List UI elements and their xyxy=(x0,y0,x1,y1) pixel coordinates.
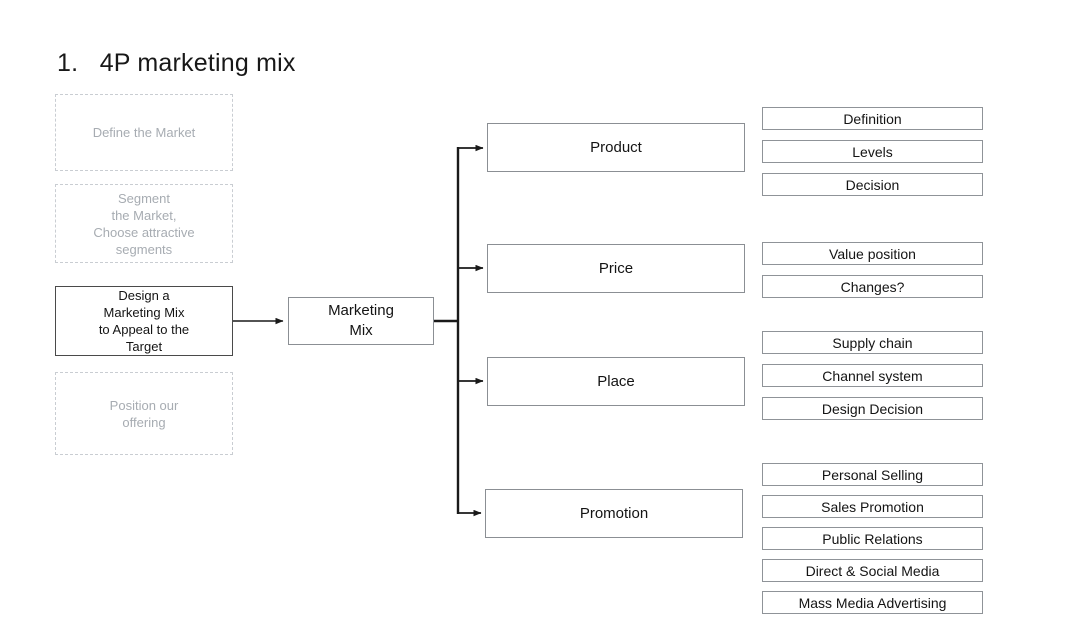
detail-label: Personal Selling xyxy=(821,466,924,483)
detail-box-direct-and-social-media[interactable]: Direct & Social Media xyxy=(762,559,983,582)
detail-box-public-relations[interactable]: Public Relations xyxy=(762,527,983,550)
pillar-box-place[interactable]: Place xyxy=(487,357,745,406)
detail-box-supply-chain[interactable]: Supply chain xyxy=(762,331,983,354)
stage-box-design-a-marketing-mix[interactable]: Design a Marketing Mix to Appeal to the … xyxy=(55,286,233,356)
stage-label: Position our offering xyxy=(109,397,179,430)
detail-label: Value position xyxy=(829,245,916,262)
detail-label: Mass Media Advertising xyxy=(798,594,947,611)
page-title-number: 1. xyxy=(57,49,79,77)
detail-label: Levels xyxy=(852,143,893,160)
pillar-box-product[interactable]: Product xyxy=(487,123,745,172)
page-title-text: 4P marketing mix xyxy=(99,49,296,77)
hub-label: Marketing Mix xyxy=(328,302,394,339)
detail-box-mass-media-advertising[interactable]: Mass Media Advertising xyxy=(762,591,983,614)
detail-box-personal-selling[interactable]: Personal Selling xyxy=(762,463,983,486)
detail-label: Supply chain xyxy=(832,334,913,351)
hub-box-marketing-mix[interactable]: Marketing Mix xyxy=(288,297,434,345)
detail-box-sales-promotion[interactable]: Sales Promotion xyxy=(762,495,983,518)
detail-label: Sales Promotion xyxy=(821,498,924,515)
pillar-label: Product xyxy=(590,139,642,156)
detail-label: Direct & Social Media xyxy=(805,562,940,579)
detail-label: Decision xyxy=(845,176,900,193)
detail-box-value-position[interactable]: Value position xyxy=(762,242,983,265)
page-title: 1. 4P marketing mix xyxy=(57,48,296,78)
pillar-label: Price xyxy=(598,260,634,277)
pillar-label: Place xyxy=(597,373,635,390)
detail-box-channel-system[interactable]: Channel system xyxy=(762,364,983,387)
detail-label: Changes? xyxy=(840,278,905,295)
pillar-box-price[interactable]: Price xyxy=(487,244,745,293)
stage-box-segment-the-market[interactable]: Segment the Market, Choose attractive se… xyxy=(55,184,233,263)
detail-box-levels[interactable]: Levels xyxy=(762,140,983,163)
detail-label: Channel system xyxy=(822,367,923,384)
detail-box-decision[interactable]: Decision xyxy=(762,173,983,196)
detail-box-design-decision[interactable]: Design Decision xyxy=(762,397,983,420)
detail-box-changes[interactable]: Changes? xyxy=(762,275,983,298)
stage-label: Segment the Market, Choose attractive se… xyxy=(93,190,195,257)
stage-label: Design a Marketing Mix to Appeal to the … xyxy=(98,288,190,354)
detail-label: Design Decision xyxy=(821,400,924,417)
pillar-box-promotion[interactable]: Promotion xyxy=(485,489,743,538)
stage-label: Define the Market xyxy=(92,125,196,140)
detail-label: Definition xyxy=(843,110,902,127)
detail-label: Public Relations xyxy=(822,530,923,547)
stage-box-define-the-market[interactable]: Define the Market xyxy=(55,94,233,171)
stage-box-position-our-offering[interactable]: Position our offering xyxy=(55,372,233,455)
detail-box-definition[interactable]: Definition xyxy=(762,107,983,130)
pillar-label: Promotion xyxy=(579,505,649,522)
